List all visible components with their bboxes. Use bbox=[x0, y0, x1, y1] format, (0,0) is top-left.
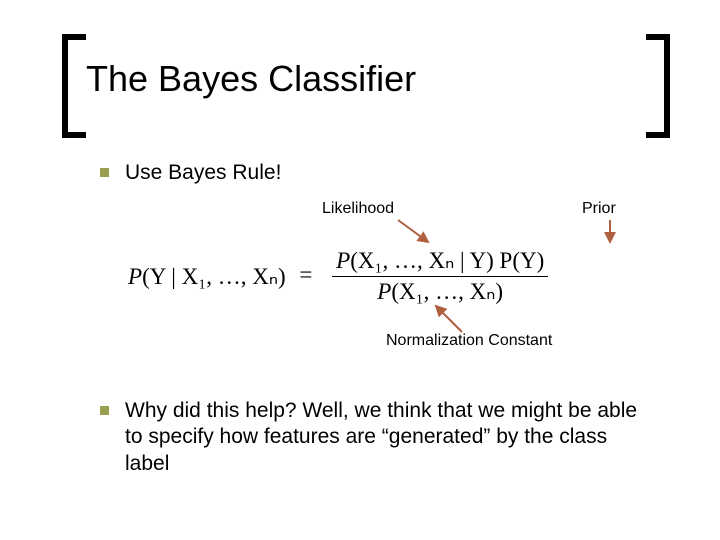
bullet-square-icon bbox=[100, 406, 109, 415]
formula-fraction: P(X₁, …, Xₙ | Y) P(Y) P(X₁, …, Xₙ) bbox=[332, 248, 548, 305]
formula-lhs-P: P bbox=[128, 264, 142, 289]
formula-num-args: (X₁, …, Xₙ | Y) P(Y) bbox=[350, 248, 544, 273]
formula-numerator: P(X₁, …, Xₙ | Y) P(Y) bbox=[332, 248, 548, 277]
bullet-1-text: Use Bayes Rule! bbox=[125, 161, 281, 184]
bayes-formula: P(Y | X₁, …, Xₙ) = P(X₁, …, Xₙ | Y) P(Y)… bbox=[128, 248, 548, 305]
arrow-prior-icon bbox=[598, 218, 622, 248]
slide-title: The Bayes Classifier bbox=[86, 58, 416, 100]
arrow-likelihood-icon bbox=[396, 218, 436, 248]
bullet-2-text: Why did this help? Well, we think that w… bbox=[125, 398, 645, 477]
title-bracket-left bbox=[62, 34, 86, 138]
anno-likelihood: Likelihood bbox=[322, 200, 394, 218]
formula-den-args: (X₁, …, Xₙ) bbox=[391, 279, 503, 304]
anno-prior: Prior bbox=[582, 200, 616, 218]
slide: The Bayes Classifier Use Bayes Rule! Lik… bbox=[0, 0, 720, 540]
formula-lhs-args: (Y | X₁, …, Xₙ) bbox=[142, 264, 286, 289]
bullet-1: Use Bayes Rule! bbox=[100, 160, 281, 186]
bullet-square-icon bbox=[100, 168, 109, 177]
formula-equals: = bbox=[291, 262, 320, 287]
bullet-2: Why did this help? Well, we think that w… bbox=[100, 398, 660, 477]
title-bracket-right bbox=[646, 34, 670, 138]
formula-num-P: P bbox=[336, 248, 350, 273]
arrow-normconst-icon bbox=[430, 300, 470, 336]
formula-den-P: P bbox=[377, 279, 391, 304]
formula-denominator: P(X₁, …, Xₙ) bbox=[332, 277, 548, 305]
